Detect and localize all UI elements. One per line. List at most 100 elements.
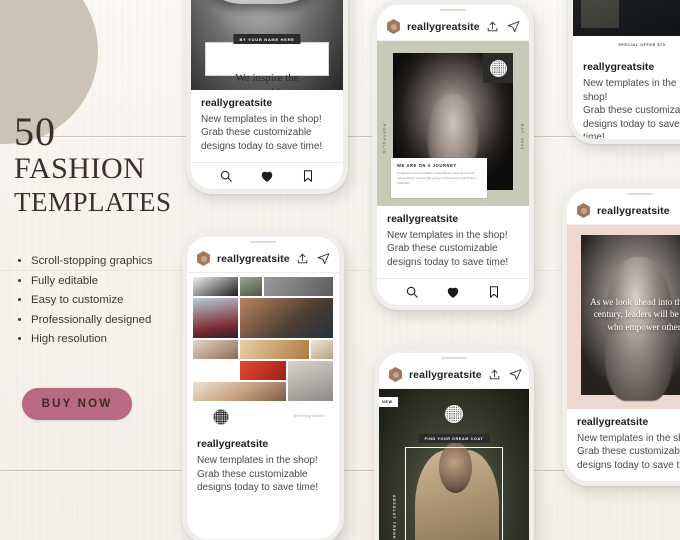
post-caption: reallygreatsite New templates in the sho… (191, 89, 343, 162)
post-media[interactable] (187, 273, 339, 405)
phone-right[interactable]: reallygreatsite As we look ahead into th… (562, 184, 680, 486)
collage-tile (193, 298, 239, 338)
share-icon[interactable] (296, 252, 309, 265)
phone-screen: reallygreatsite @reallygreatsite reallyg… (187, 237, 339, 539)
post-action-bar (191, 162, 343, 189)
send-icon[interactable] (507, 20, 520, 33)
share-icon[interactable] (488, 368, 501, 381)
caption-line-1: New templates in the shop! (577, 432, 680, 444)
caption-username: reallygreatsite (583, 61, 655, 73)
phone-top-right[interactable]: ELEVATE YOUR EVERYDAY SPECIAL OFFER $79 … (568, 0, 680, 144)
caption-username: reallygreatsite (197, 438, 269, 450)
collage-footnote: @reallygreatsite (293, 414, 325, 418)
phone-speaker (567, 189, 680, 198)
collage-tile (240, 298, 333, 338)
photo-frame (405, 447, 503, 540)
quote-line-2: world (254, 86, 280, 90)
phone-bottom-center[interactable]: reallygreatsite NEW FIND YOUR DREAM COAT… (374, 348, 534, 540)
phone-speaker (379, 353, 529, 362)
portrait-frame: WE ARE ON A JOURNEY Predictive success p… (382, 53, 524, 198)
caption-line-2: Grab these customizable (577, 446, 680, 457)
avatar (577, 203, 590, 218)
header-actions (486, 20, 520, 33)
card-body: Predictive success pattern brand album s… (397, 170, 476, 185)
post-header: reallygreatsite (567, 198, 680, 225)
post-footer-strip: @reallygreatsite (187, 405, 339, 431)
post-username[interactable]: reallygreatsite (407, 21, 480, 33)
avatar (197, 251, 210, 266)
list-item: Scroll-stopping graphics (16, 252, 202, 270)
page-title: 50 FASHION TEMPLATES (14, 112, 194, 218)
new-badge: NEW (379, 397, 398, 407)
post-header: reallygreatsite (379, 362, 529, 389)
list-item: Easy to customize (16, 291, 202, 309)
collage-tile (193, 382, 286, 401)
caption-text: New templates in the shop! Grab these cu… (583, 77, 680, 139)
offer-text: SPECIAL OFFER $79 (618, 43, 666, 47)
phone-center-left[interactable]: reallygreatsite @reallygreatsite reallyg… (182, 232, 344, 540)
post-action-bar (377, 278, 529, 305)
poster-canvas: 50 FASHION TEMPLATES Scroll-stopping gra… (0, 0, 680, 540)
caption-text: New templates in the shop! Grab these cu… (201, 113, 333, 154)
caption-text: New templates in the shop! Grab these cu… (387, 229, 519, 270)
post-caption: reallygreatsite New templates in the sho… (377, 205, 529, 278)
phone-center-top[interactable]: reallygreatsite WE ARE ON A JOURNEY Pred… (372, 0, 534, 310)
phone-speaker (187, 237, 339, 246)
send-icon[interactable] (509, 368, 522, 381)
caption-line-1: New templates in the shop! (201, 113, 322, 125)
photo-collage (193, 277, 333, 401)
caption-line-3: designs today to save time! (387, 256, 509, 268)
header-actions (488, 368, 522, 381)
caption-line-1: New templates in the shop! (583, 78, 677, 103)
headline-number: 50 (14, 109, 56, 154)
headline-line-2: FASHION (14, 152, 146, 185)
offer-strip: SPECIAL OFFER $79 (573, 36, 680, 54)
header-actions (296, 252, 330, 265)
buy-now-button[interactable]: BUY NOW (22, 388, 132, 420)
monogram-icon (489, 59, 507, 77)
send-icon[interactable] (317, 252, 330, 265)
list-item: Professionally designed (16, 311, 202, 329)
caption-line-2: Grab these customizable (583, 105, 680, 116)
post-quote: We inspire the world (214, 71, 320, 90)
post-media[interactable]: As we look ahead into the next century, … (567, 225, 680, 409)
caption-text: New templates in the shop! Grab these cu… (577, 432, 680, 473)
monogram-icon (213, 409, 229, 425)
bookmark-icon[interactable] (301, 169, 315, 183)
share-icon[interactable] (486, 20, 499, 33)
collage-tile (240, 340, 310, 359)
phone-screen: ELEVATE YOUR EVERYDAY SPECIAL OFFER $79 … (573, 0, 680, 139)
caption-username: reallygreatsite (201, 96, 273, 109)
heart-icon[interactable] (260, 169, 274, 183)
post-username[interactable]: reallygreatsite (217, 253, 290, 265)
collage-tile (240, 361, 286, 380)
caption-text: New templates in the shop! Grab these cu… (197, 454, 329, 495)
post-info-card: WE ARE ON A JOURNEY Predictive success p… (391, 157, 487, 198)
bookmark-icon[interactable] (487, 285, 501, 299)
left-copy-panel: 50 FASHION TEMPLATES Scroll-stopping gra… (0, 0, 196, 540)
collage-tile (193, 277, 239, 296)
collage-tile (311, 340, 333, 359)
post-username[interactable]: reallygreatsite (409, 369, 482, 381)
post-media[interactable]: ELEVATE YOUR EVERYDAY (573, 0, 680, 36)
caption-line-2: Grab these customizable (197, 468, 308, 480)
collage-tile (263, 277, 333, 296)
caption-line-1: New templates in the shop! (197, 455, 318, 466)
search-icon[interactable] (405, 285, 419, 299)
post-username[interactable]: reallygreatsite (597, 205, 670, 217)
post-media[interactable]: WE ARE ON A JOURNEY Predictive success p… (377, 41, 529, 206)
avatar (389, 367, 402, 382)
heart-icon[interactable] (446, 285, 460, 299)
post-media[interactable]: We inspire the world BY YOUR NAME HERE (191, 0, 343, 90)
collage-tile (240, 277, 262, 296)
side-photo (581, 0, 619, 28)
quote-line-1: We inspire the (235, 72, 299, 84)
quote-frame: As we look ahead into the next century, … (581, 235, 680, 395)
post-caption: reallygreatsite New templates in the sho… (187, 431, 339, 504)
post-media[interactable]: NEW FIND YOUR DREAM COAT ABSOLUT TREND 2… (379, 389, 529, 540)
caption-username: reallygreatsite (387, 212, 459, 225)
search-icon[interactable] (219, 169, 233, 183)
caption-line-3: designs today to save time! (583, 118, 680, 140)
phone-top-left[interactable]: We inspire the world BY YOUR NAME HERE r… (186, 0, 348, 194)
list-item: High resolution (16, 330, 202, 348)
